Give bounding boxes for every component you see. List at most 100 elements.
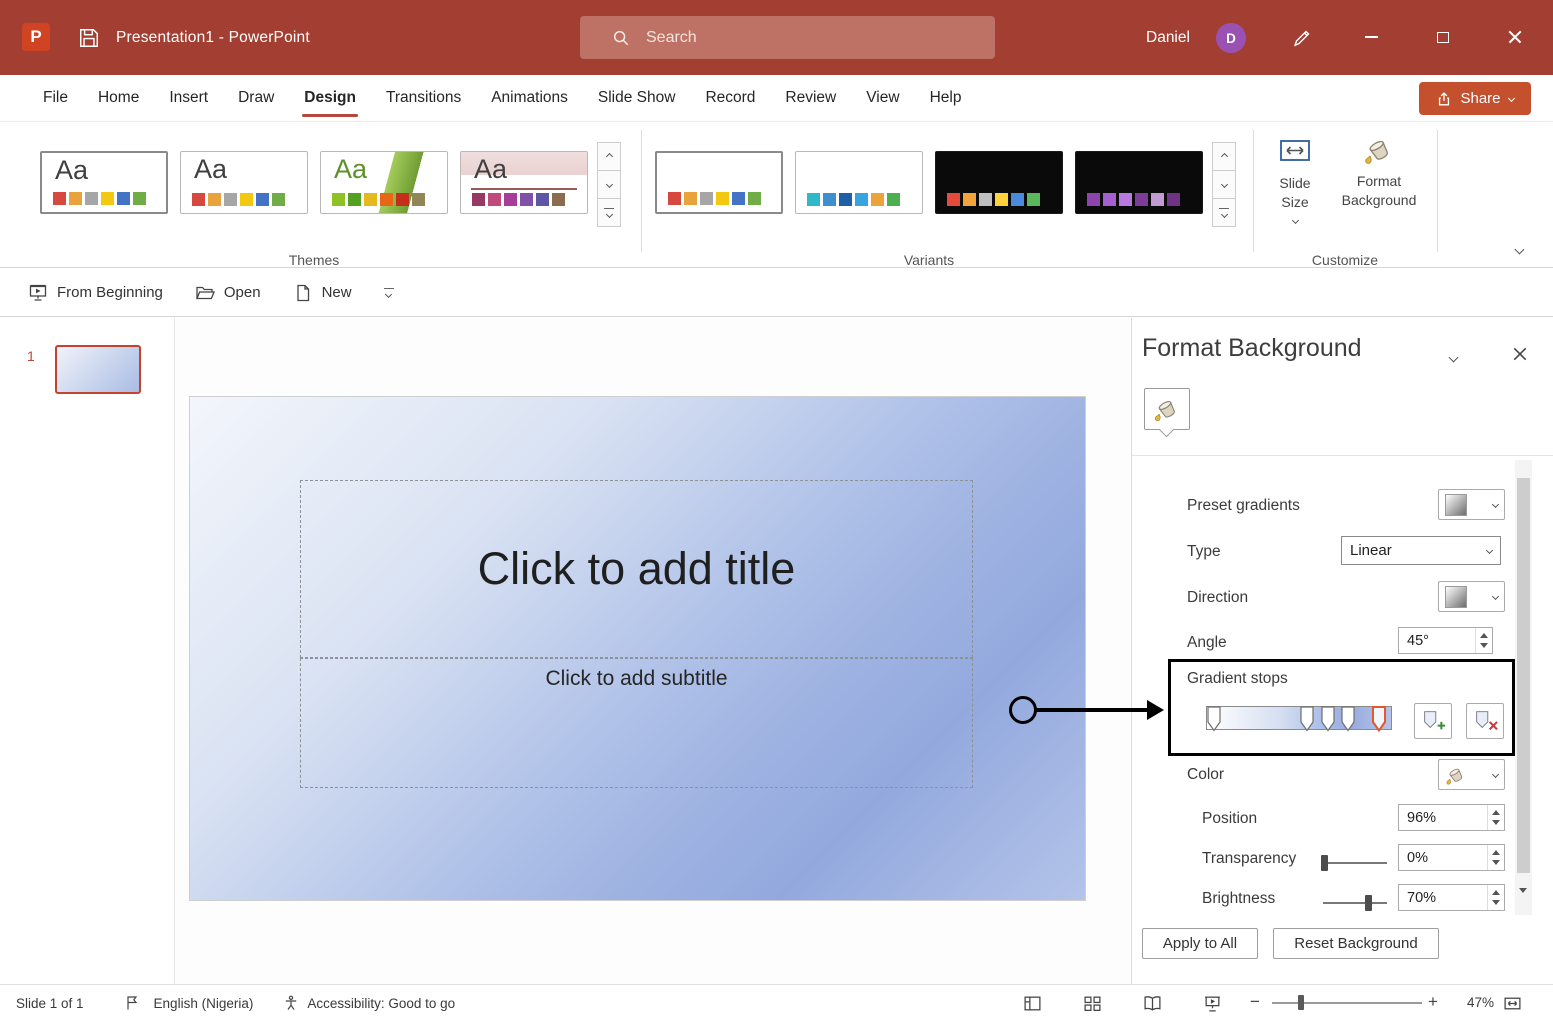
slide-sorter-view-icon[interactable] [1080, 991, 1104, 1015]
from-beginning-button[interactable]: From Beginning [28, 283, 163, 303]
subtitle-placeholder[interactable]: Click to add subtitle [300, 658, 973, 788]
theme-card-3[interactable]: Aa [320, 151, 448, 214]
theme-color-swatch [488, 193, 501, 206]
slide-size-button[interactable]: Slide Size [1262, 134, 1328, 224]
maximize-button[interactable] [1427, 22, 1459, 52]
paint-bucket-icon [1365, 140, 1389, 164]
pane-close-button[interactable] [1512, 346, 1530, 364]
gradient-stop[interactable] [1341, 706, 1355, 732]
pane-divider [1132, 455, 1553, 456]
new-button[interactable]: New [293, 283, 352, 303]
tab-review[interactable]: Review [770, 75, 851, 121]
transparency-slider-track[interactable] [1323, 862, 1387, 864]
variant-card-2[interactable] [795, 151, 923, 214]
apply-to-all-button[interactable]: Apply to All [1142, 928, 1258, 959]
inking-pen-icon[interactable] [1291, 27, 1313, 49]
brightness-spinner[interactable]: 70% [1398, 884, 1505, 911]
pane-scrollbar[interactable] [1515, 460, 1532, 915]
theme-color-swatch [332, 193, 345, 206]
transparency-spinner[interactable]: 0% [1398, 844, 1505, 871]
position-spinner[interactable]: 96% [1398, 804, 1505, 831]
zoom-level[interactable]: 47% [1452, 995, 1494, 1010]
themes-more-button[interactable] [597, 198, 621, 227]
gradient-stop[interactable] [1320, 706, 1335, 732]
tab-home[interactable]: Home [83, 75, 154, 121]
language-indicator[interactable]: English (Nigeria) [154, 996, 254, 1011]
tab-file[interactable]: File [28, 75, 83, 121]
spinner-arrows[interactable] [1487, 805, 1504, 830]
account-name[interactable]: Daniel [1146, 0, 1190, 75]
type-combobox[interactable]: Linear [1341, 536, 1501, 565]
spinner-arrows[interactable] [1475, 628, 1492, 653]
variant-card-4[interactable] [1075, 151, 1203, 214]
pane-options-chevron-icon[interactable] [1448, 348, 1459, 366]
theme-card-2[interactable]: Aa [180, 151, 308, 214]
quickbar-overflow-button[interactable] [383, 287, 394, 299]
open-button[interactable]: Open [195, 283, 261, 303]
transparency-slider-thumb[interactable] [1321, 855, 1328, 871]
tab-insert[interactable]: Insert [154, 75, 223, 121]
zoom-slider-thumb[interactable] [1298, 995, 1304, 1010]
theme-color-swatch [208, 193, 221, 206]
position-value: 96% [1407, 809, 1437, 826]
theme-card-office[interactable]: Aa [40, 151, 168, 214]
title-placeholder[interactable]: Click to add title [300, 480, 973, 658]
variants-scroll-up-button[interactable] [1212, 142, 1236, 171]
variants-more-button[interactable] [1212, 198, 1236, 227]
spinner-arrows[interactable] [1487, 845, 1504, 870]
tab-transitions[interactable]: Transitions [371, 75, 476, 121]
minimize-button[interactable] [1355, 22, 1387, 52]
add-gradient-stop-button[interactable] [1414, 703, 1452, 739]
powerpoint-logo-icon[interactable]: P [22, 23, 50, 51]
tab-record[interactable]: Record [690, 75, 770, 121]
gradient-stop[interactable] [1207, 706, 1221, 732]
gradient-stop[interactable] [1300, 706, 1314, 732]
brightness-slider-track[interactable] [1323, 902, 1387, 904]
avatar[interactable]: D [1216, 23, 1246, 53]
brightness-slider-thumb[interactable] [1365, 895, 1372, 911]
slide-thumbnail[interactable] [55, 345, 141, 394]
tab-help[interactable]: Help [915, 75, 977, 121]
spinner-arrows[interactable] [1487, 885, 1504, 910]
flag-icon[interactable] [124, 995, 140, 1011]
remove-gradient-stop-button[interactable] [1466, 703, 1504, 739]
theme-card-4[interactable]: Aa [460, 151, 588, 214]
zoom-out-button[interactable]: − [1250, 992, 1260, 1012]
accessibility-icon[interactable] [283, 995, 299, 1011]
themes-scroll-down-button[interactable] [597, 170, 621, 199]
slide-editing-surface[interactable]: Click to add title Click to add subtitle [190, 397, 1085, 900]
gradient-stop-selected[interactable] [1372, 706, 1387, 732]
slide-show-view-icon[interactable] [1200, 991, 1224, 1015]
variant-card-3[interactable] [935, 151, 1063, 214]
slide-indicator[interactable]: Slide 1 of 1 [16, 996, 84, 1011]
scroll-down-icon[interactable] [1519, 888, 1527, 911]
tab-draw[interactable]: Draw [223, 75, 289, 121]
zoom-in-button[interactable]: + [1428, 992, 1438, 1012]
save-icon[interactable] [78, 27, 100, 49]
variants-scroll-down-button[interactable] [1212, 170, 1236, 199]
collapse-ribbon-button[interactable] [1506, 238, 1532, 260]
reset-background-button[interactable]: Reset Background [1273, 928, 1439, 959]
preset-gradients-dropdown[interactable] [1438, 489, 1505, 520]
gradient-stops-bar[interactable] [1206, 706, 1392, 732]
close-button[interactable] [1499, 22, 1531, 52]
accessibility-status[interactable]: Accessibility: Good to go [307, 996, 455, 1011]
search-box[interactable] [580, 16, 995, 59]
share-button[interactable]: Share [1419, 82, 1531, 115]
variant-card-1[interactable] [655, 151, 783, 214]
tab-animations[interactable]: Animations [476, 75, 583, 121]
reading-view-icon[interactable] [1140, 991, 1164, 1015]
zoom-slider-track[interactable] [1272, 1002, 1422, 1004]
normal-view-icon[interactable] [1020, 991, 1044, 1015]
themes-scroll-up-button[interactable] [597, 142, 621, 171]
direction-dropdown[interactable] [1438, 581, 1505, 612]
tab-slide-show[interactable]: Slide Show [583, 75, 691, 121]
scrollbar-thumb[interactable] [1517, 478, 1530, 873]
format-background-button[interactable]: Format Background [1336, 134, 1422, 210]
angle-spinner[interactable]: 45° [1398, 627, 1493, 654]
search-input[interactable] [646, 28, 946, 47]
tab-design[interactable]: Design [289, 75, 371, 121]
tab-view[interactable]: View [851, 75, 914, 121]
color-dropdown[interactable] [1438, 759, 1505, 790]
fit-slide-to-window-icon[interactable] [1500, 991, 1524, 1015]
